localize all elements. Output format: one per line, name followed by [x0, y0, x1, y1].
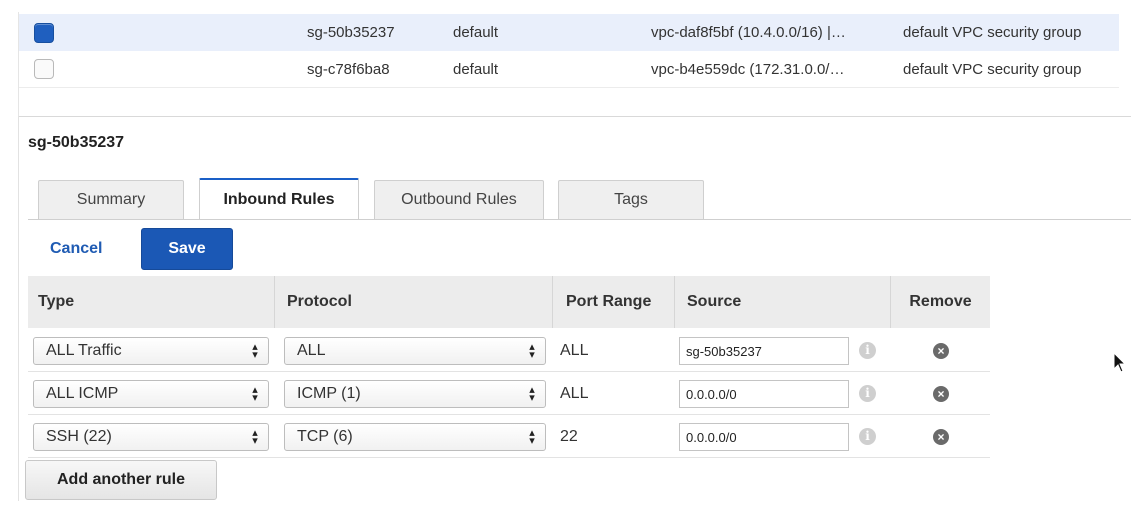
table-row: ALL ICMP ▴▾ ICMP (1) ▴▾ ALL i ×: [28, 372, 990, 415]
type-value: ALL Traffic: [46, 342, 122, 359]
vpc-id: vpc-daf8f5bf (10.4.0.0/16) |…: [651, 24, 846, 41]
type-value: ALL ICMP: [46, 385, 119, 402]
type-select[interactable]: ALL ICMP ▴ ▾: [33, 380, 269, 408]
table-row[interactable]: sg-c78f6ba8 default vpc-b4e559dc (172.31…: [19, 51, 1119, 88]
row-checkbox[interactable]: [34, 59, 54, 79]
row-checkbox[interactable]: [34, 22, 54, 43]
port-range-value: ALL: [560, 342, 589, 359]
dropdown-arrow-icon: ▴ ▾: [529, 384, 535, 404]
column-header-source: Source: [675, 276, 891, 328]
table-row: ALL Traffic ▴▾ ALL ▴▾ ALL i ×: [28, 329, 990, 372]
group-id: sg-50b35237: [307, 24, 395, 41]
type-select[interactable]: SSH (22) ▴ ▾: [33, 423, 269, 451]
remove-circle-icon[interactable]: ×: [933, 343, 949, 359]
remove-circle-icon[interactable]: ×: [933, 386, 949, 402]
security-group-list: sg-50b35237 default vpc-daf8f5bf (10.4.0…: [18, 12, 1131, 116]
protocol-value: TCP (6): [297, 428, 353, 445]
source-input[interactable]: [679, 423, 849, 451]
tab-tags[interactable]: Tags: [558, 180, 704, 219]
tab-summary[interactable]: Summary: [38, 180, 184, 219]
vpc-id: vpc-b4e559dc (172.31.0.0/…: [651, 60, 845, 78]
group-name: default: [453, 24, 499, 41]
cancel-button[interactable]: Cancel: [50, 240, 102, 258]
protocol-value: ICMP (1): [297, 385, 361, 402]
tabs-divider: [28, 219, 1131, 220]
mouse-pointer-icon: [1113, 352, 1127, 373]
port-range-value: ALL: [560, 385, 589, 402]
info-icon[interactable]: i: [859, 428, 876, 445]
port-range-value: 22: [560, 428, 578, 445]
column-header-port-range: Port Range: [553, 276, 675, 328]
dropdown-arrow-icon: ▴ ▾: [529, 427, 535, 447]
type-select[interactable]: ALL Traffic ▴ ▾: [33, 337, 269, 365]
protocol-select[interactable]: TCP (6) ▴ ▾: [284, 423, 546, 451]
table-row: SSH (22) ▴▾ TCP (6) ▴▾ 22 i ×: [28, 415, 990, 458]
protocol-value: ALL: [297, 342, 326, 359]
column-header-type: Type: [28, 276, 275, 328]
remove-circle-icon[interactable]: ×: [933, 429, 949, 445]
tab-inbound-rules[interactable]: Inbound Rules: [199, 178, 359, 220]
group-id: sg-c78f6ba8: [307, 60, 390, 78]
detail-title: sg-50b35237: [28, 134, 125, 151]
tab-outbound-rules[interactable]: Outbound Rules: [374, 180, 544, 219]
protocol-select[interactable]: ALL ▴ ▾: [284, 337, 546, 365]
dropdown-arrow-icon: ▴ ▾: [252, 341, 258, 361]
group-name: default: [453, 60, 499, 78]
column-header-protocol: Protocol: [275, 276, 553, 328]
column-header-remove: Remove: [891, 276, 990, 328]
protocol-select[interactable]: ICMP (1) ▴ ▾: [284, 380, 546, 408]
group-description: default VPC security group: [903, 24, 1082, 41]
panel-border: [18, 116, 19, 501]
save-button[interactable]: Save: [141, 228, 233, 270]
divider: [18, 116, 1131, 117]
type-value: SSH (22): [46, 428, 112, 445]
info-icon[interactable]: i: [859, 385, 876, 402]
info-icon[interactable]: i: [859, 342, 876, 359]
dropdown-arrow-icon: ▴ ▾: [252, 427, 258, 447]
dropdown-arrow-icon: ▴ ▾: [529, 341, 535, 361]
group-description: default VPC security group: [903, 60, 1082, 78]
source-input[interactable]: [679, 337, 849, 365]
source-input[interactable]: [679, 380, 849, 408]
table-row[interactable]: sg-50b35237 default vpc-daf8f5bf (10.4.0…: [19, 14, 1119, 51]
add-another-rule-button[interactable]: Add another rule: [25, 460, 217, 500]
dropdown-arrow-icon: ▴ ▾: [252, 384, 258, 404]
